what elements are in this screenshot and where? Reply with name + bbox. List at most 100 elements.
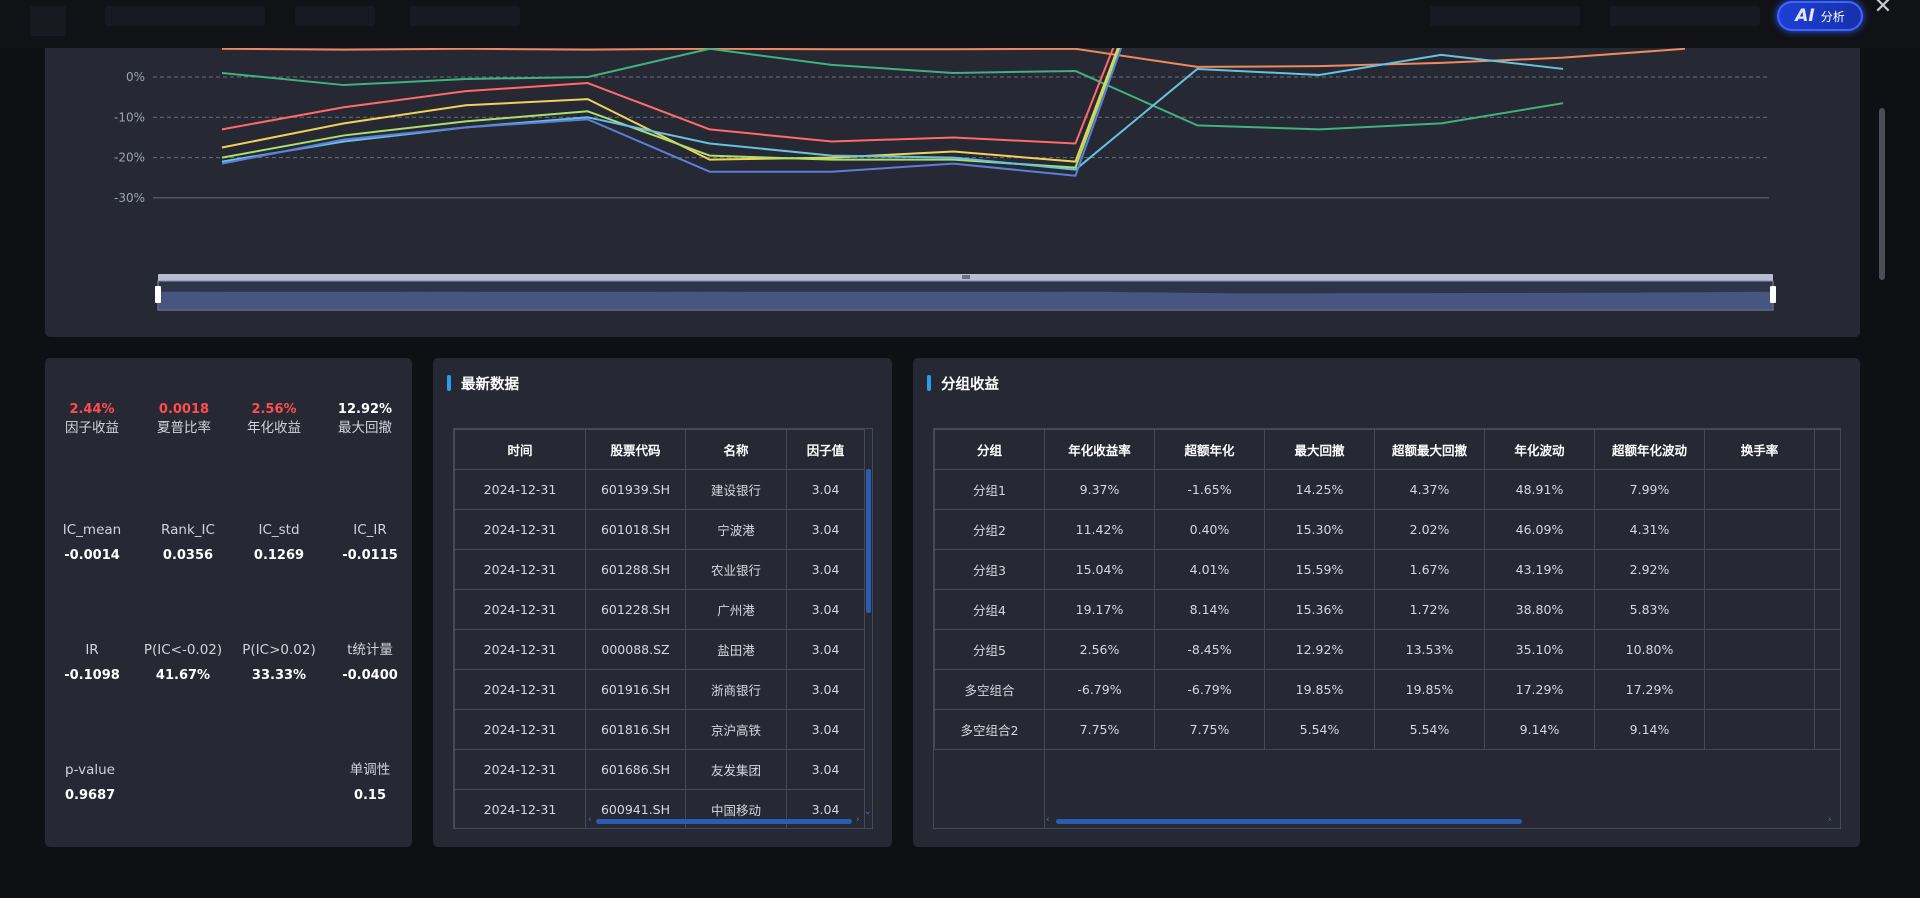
- table-row[interactable]: 2024-12-31 601939.SH 建设银行 3.04: [454, 469, 865, 510]
- y-tick-label: 0%: [126, 70, 145, 84]
- column-header[interactable]: 超额年化波动: [1594, 429, 1705, 470]
- table-cell-filler: [1814, 629, 1840, 670]
- metric-rank-ic: Rank_IC 0.0356: [143, 521, 233, 565]
- table-row[interactable]: 分组3 15.04% 4.01% 15.59% 1.67% 43.19% 2.92%: [934, 549, 1840, 590]
- table-cell: 3.04: [786, 549, 865, 590]
- table-row[interactable]: 分组2 11.42% 0.40% 15.30% 2.02% 46.09% 4.31%: [934, 509, 1840, 550]
- table-cell: 5.54%: [1264, 709, 1375, 750]
- column-header[interactable]: 换手率: [1704, 429, 1815, 470]
- metrics-panel: 2.44% 因子收益 0.0018 夏普比率 2.56% 年化收益 12.92%…: [45, 358, 412, 847]
- zoom-handle-right[interactable]: [1770, 286, 1776, 303]
- table-cell: 19.85%: [1264, 669, 1375, 710]
- group-horizontal-scroll-thumb[interactable]: [1056, 819, 1522, 824]
- series-line-5[interactable]: [221, 48, 1197, 169]
- table-cell: 浙商银行: [685, 669, 787, 710]
- table-cell: 3.04: [786, 589, 865, 630]
- table-cell: 601288.SH: [585, 549, 686, 590]
- metric-label: 因子收益: [65, 420, 119, 436]
- table-cell: 7.99%: [1594, 469, 1705, 510]
- metric-value: 2.44%: [69, 402, 115, 417]
- metric-label: IC_IR: [353, 522, 387, 538]
- table-cell: 建设银行: [685, 469, 787, 510]
- table-cell: 5.54%: [1374, 709, 1485, 750]
- group-return-table-container[interactable]: 分组 年化收益率 超额年化 最大回撤 超额最大回撤 年化波动 超额年化波动 换手率 分组1 9.…: [933, 428, 1841, 829]
- table-cell: 3.04: [786, 629, 865, 670]
- table-row[interactable]: 2024-12-31 601018.SH 宁波港 3.04: [454, 509, 865, 550]
- table-cell: 2024-12-31: [454, 749, 586, 790]
- table-cell: 2.92%: [1594, 549, 1705, 590]
- table-cell: 15.04%: [1044, 549, 1155, 590]
- metric-annual-return: 2.56% 年化收益: [229, 401, 319, 437]
- ai-analysis-button[interactable]: AI 分析: [1777, 1, 1863, 31]
- table-cell: 0.40%: [1154, 509, 1265, 550]
- table-cell: 多空组合: [934, 669, 1045, 710]
- scroll-right-arrow-icon[interactable]: ›: [1828, 815, 1832, 825]
- column-header[interactable]: 名称: [685, 429, 787, 470]
- table-cell: 京沪高铁: [685, 709, 787, 750]
- table-row[interactable]: 2024-12-31 601686.SH 友发集团 3.04: [454, 749, 865, 790]
- metric-ic-ir: IC_IR -0.0115: [325, 521, 415, 565]
- column-header[interactable]: 超额最大回撤: [1374, 429, 1485, 470]
- ghost-right-1: [1430, 6, 1580, 26]
- scroll-left-arrow-icon[interactable]: ‹: [588, 815, 592, 825]
- table-cell: 友发集团: [685, 749, 787, 790]
- page-vertical-scroll-thumb[interactable]: [1879, 108, 1885, 280]
- column-header[interactable]: 年化收益率: [1044, 429, 1155, 470]
- table-cell: 601686.SH: [585, 749, 686, 790]
- column-header[interactable]: 时间: [454, 429, 586, 470]
- table-cell: 19.85%: [1374, 669, 1485, 710]
- table-cell: 10.80%: [1594, 629, 1705, 670]
- scroll-left-arrow-icon[interactable]: ‹: [1046, 815, 1050, 825]
- metric-max-drawdown: 12.92% 最大回撤: [320, 401, 410, 437]
- table-row[interactable]: 2024-12-31 000088.SZ 盐田港 3.04: [454, 629, 865, 670]
- series-line-2[interactable]: [221, 48, 1564, 131]
- zoom-handle-left[interactable]: [155, 286, 161, 303]
- table-cell: 3.04: [786, 749, 865, 790]
- metric-label: t统计量: [347, 642, 393, 658]
- latest-data-table-container[interactable]: 时间 股票代码 名称 因子值 2024-12-31 601939.SH 建设银行 3.04 2…: [453, 428, 873, 829]
- table-row[interactable]: 分组4 19.17% 8.14% 15.36% 1.72% 38.80% 5.83%: [934, 589, 1840, 630]
- latest-vertical-scroll-thumb[interactable]: [866, 469, 871, 613]
- column-header[interactable]: 年化波动: [1484, 429, 1595, 470]
- table-cell: 9.37%: [1044, 469, 1155, 510]
- table-cell: 3.04: [786, 509, 865, 550]
- table-row[interactable]: 多空组合2 7.75% 7.75% 5.54% 5.54% 9.14% 9.14%: [934, 709, 1840, 750]
- column-header[interactable]: 股票代码: [585, 429, 686, 470]
- metric-value: 12.92%: [337, 402, 393, 417]
- table-cell: [1704, 549, 1815, 590]
- series-line-3[interactable]: [221, 48, 1197, 145]
- table-cell: 601916.SH: [585, 669, 686, 710]
- table-row[interactable]: 2024-12-31 601916.SH 浙商银行 3.04: [454, 669, 865, 710]
- table-cell: 3.04: [786, 709, 865, 750]
- zoom-center-grip[interactable]: [962, 275, 970, 279]
- data-zoom-slider[interactable]: [155, 274, 1776, 311]
- close-icon[interactable]: ✕: [1872, 0, 1894, 18]
- table-row[interactable]: 分组1 9.37% -1.65% 14.25% 4.37% 48.91% 7.99%: [934, 469, 1840, 510]
- metric-value: 0.9687: [65, 788, 116, 803]
- metric-label: IC_std: [258, 522, 300, 538]
- metric-value: -0.0014: [64, 548, 120, 563]
- table-cell: [1704, 469, 1815, 510]
- column-header[interactable]: 超额年化: [1154, 429, 1265, 470]
- table-cell: 2024-12-31: [454, 789, 586, 828]
- column-header[interactable]: 因子值: [786, 429, 865, 470]
- table-row[interactable]: 分组5 2.56% -8.45% 12.92% 13.53% 35.10% 10.80%: [934, 629, 1840, 670]
- metric-label: 夏普比率: [157, 420, 211, 436]
- column-header[interactable]: 分组: [934, 429, 1045, 470]
- table-cell: 3.04: [786, 469, 865, 510]
- table-row[interactable]: 2024-12-31 601228.SH 广州港 3.04: [454, 589, 865, 630]
- table-cell-filler: [1814, 669, 1840, 710]
- table-cell: 分组1: [934, 469, 1045, 510]
- column-header[interactable]: 最大回撤: [1264, 429, 1375, 470]
- metric-label: IR: [85, 642, 99, 658]
- scroll-down-arrow-icon[interactable]: ⌄: [864, 807, 872, 817]
- scroll-right-arrow-icon[interactable]: ›: [856, 815, 860, 825]
- table-row[interactable]: 2024-12-31 601816.SH 京沪高铁 3.04: [454, 709, 865, 750]
- table-row[interactable]: 2024-12-31 601288.SH 农业银行 3.04: [454, 549, 865, 590]
- ghost-nav-2: [295, 6, 375, 26]
- table-row[interactable]: 多空组合 -6.79% -6.79% 19.85% 19.85% 17.29% 17.29%: [934, 669, 1840, 710]
- table-cell: 2024-12-31: [454, 709, 586, 750]
- table-cell: 2024-12-31: [454, 629, 586, 670]
- column-header-filler: [1814, 429, 1840, 470]
- latest-horizontal-scroll-thumb[interactable]: [596, 819, 852, 824]
